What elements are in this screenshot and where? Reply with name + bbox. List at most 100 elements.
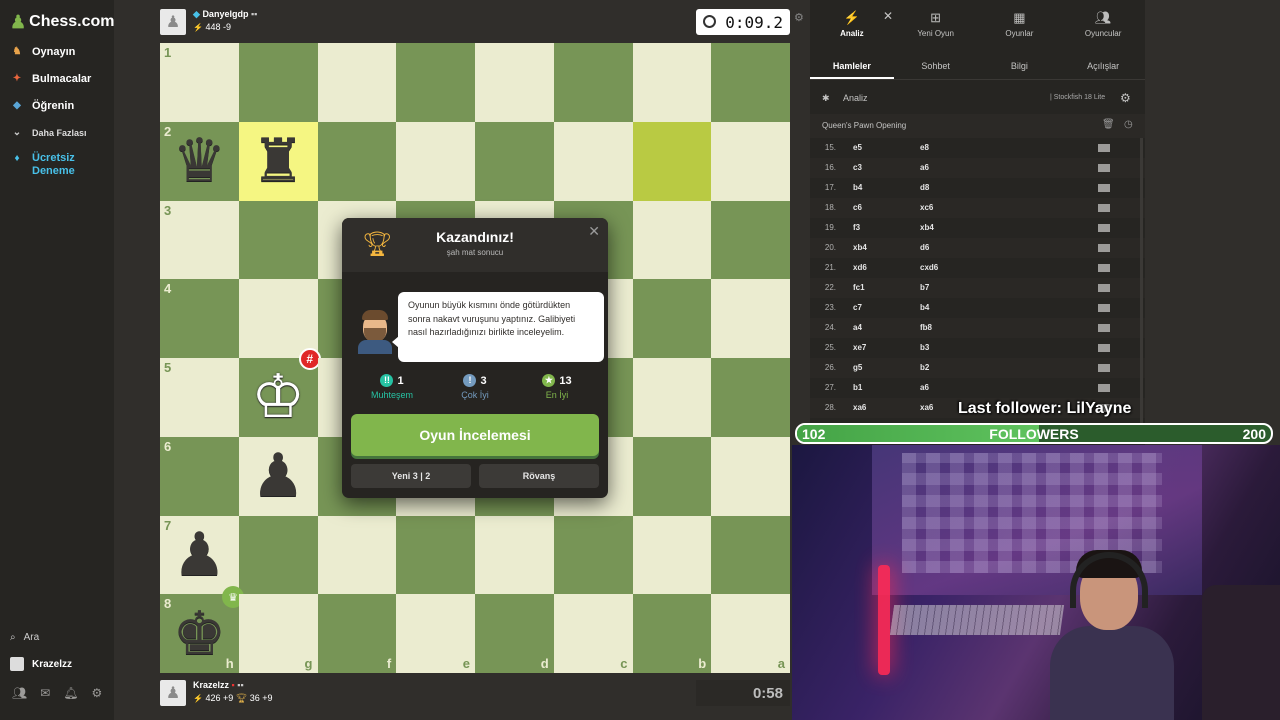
white-move[interactable]: c6 <box>853 203 862 212</box>
white-move[interactable]: g5 <box>853 363 862 372</box>
opponent-avatar[interactable]: ♟ <box>160 9 186 35</box>
board-square[interactable] <box>553 515 633 595</box>
board-settings-icon[interactable]: ⚙ <box>794 11 804 24</box>
board-square[interactable] <box>396 43 475 122</box>
black-pawn-piece[interactable]: ♟ <box>239 437 318 516</box>
white-move[interactable]: e5 <box>853 143 862 152</box>
tab-games[interactable]: ▦ Oyunlar <box>978 0 1062 48</box>
board-square[interactable]: 7 ♟ <box>160 515 239 595</box>
board-square[interactable]: ♔ # <box>238 348 321 437</box>
black-move[interactable]: fb8 <box>920 323 932 332</box>
subtab-openings[interactable]: Açılışlar <box>1061 52 1145 79</box>
board-square[interactable]: g <box>238 594 318 673</box>
tab-new-game[interactable]: ⊞ Yeni Oyun <box>894 0 978 48</box>
board-square[interactable]: ♜ <box>238 121 318 201</box>
tab-players[interactable]: 👥︎ Oyuncular <box>1061 0 1145 48</box>
board-square[interactable]: b <box>632 594 712 673</box>
board-square[interactable] <box>317 515 397 595</box>
black-rook-piece[interactable]: ♜ <box>239 122 318 201</box>
board-square[interactable] <box>632 515 712 595</box>
board-square[interactable] <box>238 279 318 358</box>
new-game-button[interactable]: Yeni 3 | 2 <box>351 464 471 488</box>
stat-great[interactable]: ! 3 Çok İyi <box>440 374 510 400</box>
board-square[interactable]: 8 h ♚ ♛ <box>160 586 244 673</box>
board-square[interactable]: d <box>475 594 554 673</box>
game-review-button[interactable]: Oyun İncelemesi <box>351 414 599 456</box>
board-square[interactable] <box>396 515 475 595</box>
player-avatar[interactable]: ♟ <box>160 680 186 706</box>
black-move[interactable]: b3 <box>920 343 929 352</box>
board-square[interactable] <box>711 43 790 122</box>
board-square[interactable] <box>475 515 554 595</box>
white-move[interactable]: b4 <box>853 183 862 192</box>
black-move[interactable]: e8 <box>920 143 929 152</box>
board-square[interactable]: 1 <box>160 43 239 122</box>
board-square[interactable] <box>632 200 712 280</box>
stat-best[interactable]: ★ 13 En İyi <box>522 374 592 400</box>
black-move[interactable]: d8 <box>920 183 929 192</box>
white-move[interactable]: b1 <box>853 383 862 392</box>
board-square[interactable] <box>396 121 475 201</box>
engine-toggle-icon[interactable]: ✱ <box>822 93 830 104</box>
white-move[interactable]: xe7 <box>853 343 866 352</box>
sidebar-user[interactable]: Krazelzz <box>10 657 72 671</box>
white-move[interactable]: f3 <box>853 223 860 232</box>
board-square[interactable] <box>238 43 318 122</box>
black-move[interactable]: xa6 <box>920 403 933 412</box>
white-move[interactable]: fc1 <box>853 283 865 292</box>
black-move[interactable]: b4 <box>920 303 929 312</box>
white-move[interactable]: xb4 <box>853 243 867 252</box>
board-square[interactable] <box>632 436 712 516</box>
white-move[interactable]: c7 <box>853 303 862 312</box>
subtab-info[interactable]: Bilgi <box>978 52 1062 79</box>
board-square[interactable]: 6 <box>160 436 239 516</box>
board-square[interactable]: 4 <box>160 279 239 358</box>
close-icon[interactable]: ✕ <box>883 9 893 23</box>
board-square[interactable] <box>475 43 554 122</box>
move-list-scrollbar[interactable] <box>1140 138 1143 438</box>
board-square[interactable] <box>711 436 790 516</box>
white-move[interactable]: c3 <box>853 163 862 172</box>
board-square[interactable]: c <box>553 594 633 673</box>
black-move[interactable]: b7 <box>920 283 929 292</box>
black-move[interactable]: cxd6 <box>920 263 938 272</box>
black-pawn-piece[interactable]: ♟ <box>160 516 239 595</box>
board-square[interactable] <box>553 121 633 201</box>
board-square[interactable] <box>711 515 790 595</box>
board-square[interactable] <box>632 358 712 437</box>
sidebar-item-play[interactable]: ♞ Oynayın <box>10 45 76 59</box>
subtab-chat[interactable]: Sohbet <box>894 52 978 79</box>
board-square[interactable] <box>711 200 790 280</box>
sidebar-item-more[interactable]: ⌄ Daha Fazlası <box>10 126 87 140</box>
stat-brilliant[interactable]: !! 1 Muhteşem <box>357 374 427 400</box>
black-move[interactable]: xc6 <box>920 203 933 212</box>
board-square[interactable] <box>238 515 318 595</box>
black-queen-piece[interactable]: ♛ <box>160 122 239 201</box>
board-square[interactable] <box>711 279 790 358</box>
trash-icon[interactable]: 🗑︎ <box>1102 119 1115 130</box>
board-square[interactable] <box>632 43 712 122</box>
board-square[interactable]: e <box>396 594 475 673</box>
black-move[interactable]: xb4 <box>920 223 934 232</box>
board-square[interactable] <box>711 121 790 201</box>
black-move[interactable]: a6 <box>920 163 929 172</box>
black-move[interactable]: a6 <box>920 383 929 392</box>
board-square[interactable] <box>238 200 318 280</box>
sidebar-item-free-trial[interactable]: ♦ Ücretsiz Deneme <box>10 152 82 178</box>
board-square[interactable]: f <box>317 594 397 673</box>
board-square[interactable] <box>317 43 397 122</box>
chesscom-logo[interactable]: ♟ Chess.com <box>10 10 115 34</box>
board-square[interactable] <box>632 121 712 201</box>
gear-icon[interactable]: ⚙ <box>1120 91 1131 105</box>
close-icon[interactable]: ✕ <box>588 223 600 240</box>
white-king-piece[interactable]: ♔ <box>239 358 318 437</box>
board-square[interactable]: 2 ♛ <box>160 121 239 201</box>
bell-icon[interactable]: 🔔︎ <box>63 686 78 700</box>
tab-analysis[interactable]: ⚡ Analiz <box>810 0 894 48</box>
move-list[interactable]: 15. e5 e8 16. c3 a6 17. b4 d8 18. c6 xc6 19. f3 xb4 20.… <box>810 138 1145 445</box>
mail-icon[interactable]: ✉ <box>40 686 50 700</box>
black-move[interactable]: b2 <box>920 363 929 372</box>
board-square[interactable]: 5 <box>160 358 239 437</box>
opening-name[interactable]: Queen's Pawn Opening <box>822 121 906 130</box>
board-square[interactable]: a <box>711 594 790 673</box>
